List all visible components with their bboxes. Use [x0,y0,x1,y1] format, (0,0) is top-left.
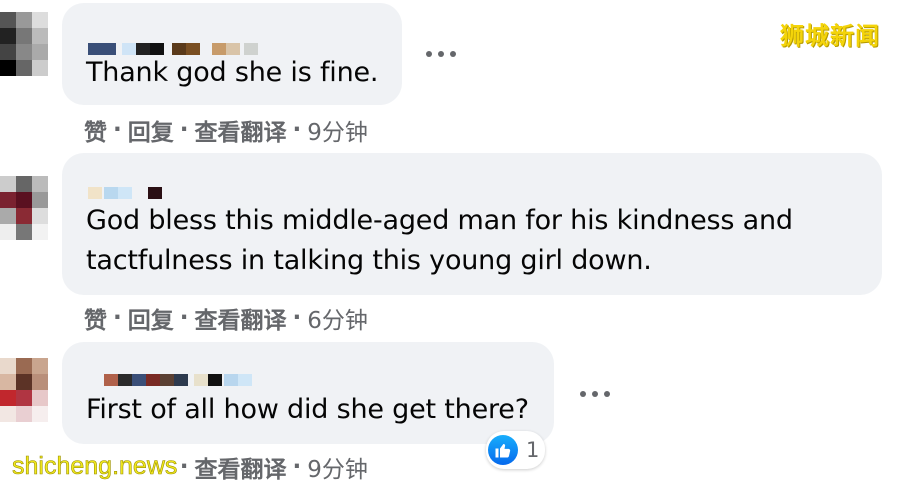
avatar[interactable] [0,358,58,424]
reply-link[interactable]: 回复 [128,301,174,335]
brand-watermark: 狮城新闻 [780,22,880,50]
comment-actions: 赞 · 回复 · 查看翻译 · 9分钟 [84,113,368,147]
author-name-redacted[interactable] [88,187,178,199]
see-translation-link[interactable]: 查看翻译 [195,301,287,335]
timestamp[interactable]: 6分钟 [307,301,368,335]
separator: · [179,454,189,480]
see-translation-link[interactable]: 查看翻译 [195,113,287,147]
reply-link[interactable]: 回复 [128,113,174,147]
comment-text: God bless this middle-aged man for his k… [86,205,793,276]
more-options-icon[interactable] [426,46,456,62]
see-translation-link[interactable]: 查看翻译 [195,450,287,484]
like-link[interactable]: 赞 [84,113,107,147]
comment-bubble: First of all how did she get there? [62,342,554,444]
separator: · [292,117,302,143]
author-name-redacted[interactable] [104,374,274,386]
avatar[interactable] [0,176,58,242]
timestamp[interactable]: 9分钟 [307,113,368,147]
comment-bubble: Thank god she is fine. [62,3,402,105]
separator: · [179,117,189,143]
comment-bubble: God bless this middle-aged man for his k… [62,153,882,295]
separator: · [113,117,122,143]
comment-actions: 赞 · 回复 · 查看翻译 · 6分钟 [84,301,368,335]
separator: · [292,305,302,331]
comment-text: First of all how did she get there? [86,394,529,425]
like-link[interactable]: 赞 [84,301,107,335]
site-watermark: shicheng.news [12,452,178,481]
more-options-icon[interactable] [580,386,610,402]
comment-text: Thank god she is fine. [86,57,379,88]
separator: · [292,454,302,480]
reaction-summary[interactable]: 1 [486,431,546,469]
avatar[interactable] [0,12,58,78]
separator: · [179,305,189,331]
thumbs-up-icon [488,435,518,465]
separator: · [113,305,122,331]
timestamp[interactable]: 9分钟 [307,450,368,484]
reaction-count: 1 [526,438,540,462]
